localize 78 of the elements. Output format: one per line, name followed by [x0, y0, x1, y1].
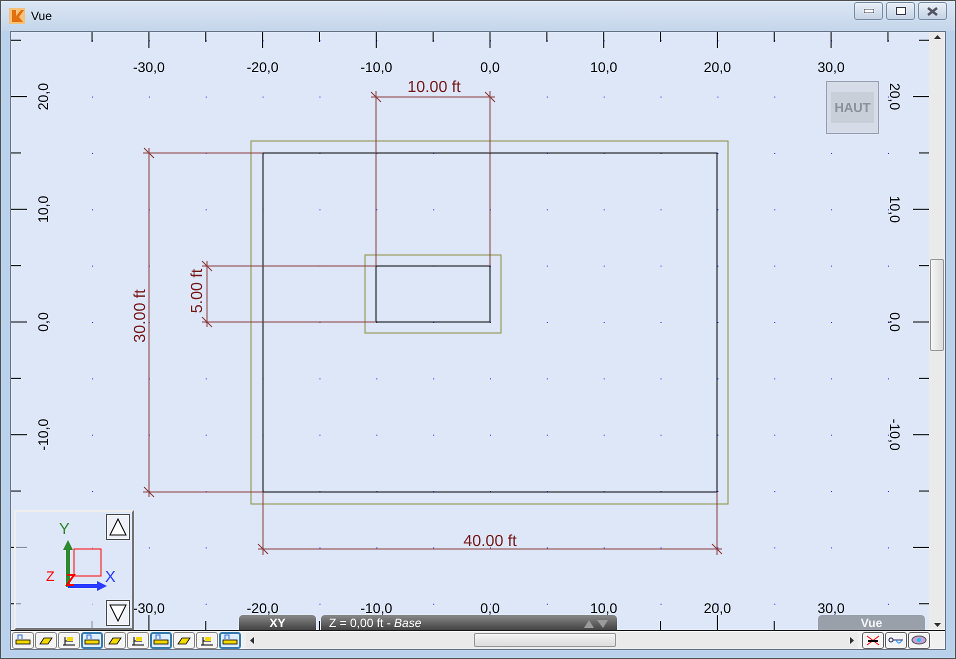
- tool-icon: [911, 634, 927, 646]
- dimension-label: 30.00 ft: [132, 289, 149, 343]
- tool-button[interactable]: [104, 632, 126, 648]
- tool-icon: [130, 634, 146, 646]
- triangle-up-icon: [109, 518, 127, 536]
- axis-label: -30,0: [132, 59, 165, 75]
- axis-label: 0,0: [887, 312, 903, 332]
- dimension-label: 10.00 ft: [407, 79, 461, 96]
- dimension-label: 40.00 ft: [463, 533, 517, 550]
- tool-icon: [15, 634, 31, 646]
- triangle-down-icon: [109, 604, 127, 622]
- minimize-button[interactable]: [854, 2, 883, 20]
- axis-label: 10,0: [35, 196, 51, 223]
- plane-button[interactable]: XY: [239, 615, 316, 630]
- vertical-scrollbar[interactable]: [929, 32, 945, 630]
- scroll-down-icon: [934, 623, 941, 627]
- tool-button[interactable]: [12, 632, 34, 648]
- axis-label: 10,0: [590, 600, 618, 616]
- maximize-button[interactable]: [886, 2, 915, 20]
- axis-label: -10,0: [887, 418, 903, 451]
- scroll-up-icon: [934, 35, 941, 39]
- rotate-down-button[interactable]: [106, 600, 130, 626]
- axis-label: -10,0: [35, 418, 51, 451]
- close-button[interactable]: [918, 2, 947, 20]
- tool-icon: [222, 634, 238, 646]
- axis-label: 20,0: [887, 82, 903, 110]
- minimize-icon: [864, 9, 874, 13]
- rotate-up-button[interactable]: [106, 514, 130, 540]
- close-icon: [927, 6, 938, 16]
- axis-label: 30,0: [817, 59, 845, 75]
- axis-label: -10,0: [360, 600, 392, 616]
- tool-button[interactable]: [885, 632, 907, 648]
- axis-label: -20,0: [246, 600, 279, 616]
- scrollbar-thumb[interactable]: [474, 633, 616, 647]
- elevation-label: Z = 0,00 ft - Base: [329, 617, 422, 629]
- axis-label: 0,0: [35, 312, 51, 332]
- inner-offset-rectangle[interactable]: [364, 254, 502, 334]
- tool-icon: [865, 634, 881, 646]
- tool-button[interactable]: [862, 632, 884, 648]
- tool-button[interactable]: [908, 632, 930, 648]
- axis-label: -10,0: [360, 59, 392, 75]
- window-title: Vue: [31, 8, 52, 25]
- axis-label: -30,0: [132, 600, 165, 616]
- up-down-arrows-icon: [583, 618, 609, 628]
- axis-label: 10,0: [590, 59, 618, 75]
- tool-button[interactable]: [127, 632, 149, 648]
- axis-label: 20,0: [35, 82, 51, 110]
- axis-label: 30,0: [817, 600, 845, 616]
- y-axis-label: Y: [59, 522, 70, 538]
- scrollbar-thumb[interactable]: [930, 259, 944, 351]
- axis-label: -20,0: [246, 59, 279, 75]
- tool-button[interactable]: [173, 632, 195, 648]
- maximize-icon: [896, 7, 906, 15]
- tool-button[interactable]: [150, 632, 172, 648]
- app-logo-icon: [9, 8, 25, 24]
- horizontal-scrollbar[interactable]: [246, 632, 858, 648]
- view-cube-label: HAUT: [831, 92, 874, 124]
- x-axis-label: X: [105, 570, 116, 586]
- axis-label: 0,0: [480, 600, 500, 616]
- tool-button[interactable]: [35, 632, 57, 648]
- tool-button[interactable]: [58, 632, 80, 648]
- axis-label: 0,0: [480, 59, 500, 75]
- tool-icon: [84, 634, 100, 646]
- scroll-left-icon: [250, 636, 254, 644]
- dimension-label: 5.00 ft: [189, 268, 206, 314]
- tool-icon: [199, 634, 215, 646]
- inner-rectangle[interactable]: [376, 266, 490, 322]
- axis-label: 10,0: [887, 196, 903, 223]
- scroll-right-icon: [850, 636, 854, 644]
- z-axis-label: Z: [46, 569, 55, 583]
- tool-button[interactable]: [81, 632, 103, 648]
- tool-icon: [153, 634, 169, 646]
- tool-button[interactable]: [219, 632, 241, 648]
- elevation-bar[interactable]: Z = 0,00 ft - Base: [321, 615, 617, 630]
- axis-label: 20,0: [704, 600, 732, 616]
- axis-label: 20,0: [704, 59, 732, 75]
- tool-icon: [61, 634, 77, 646]
- tool-button[interactable]: [196, 632, 218, 648]
